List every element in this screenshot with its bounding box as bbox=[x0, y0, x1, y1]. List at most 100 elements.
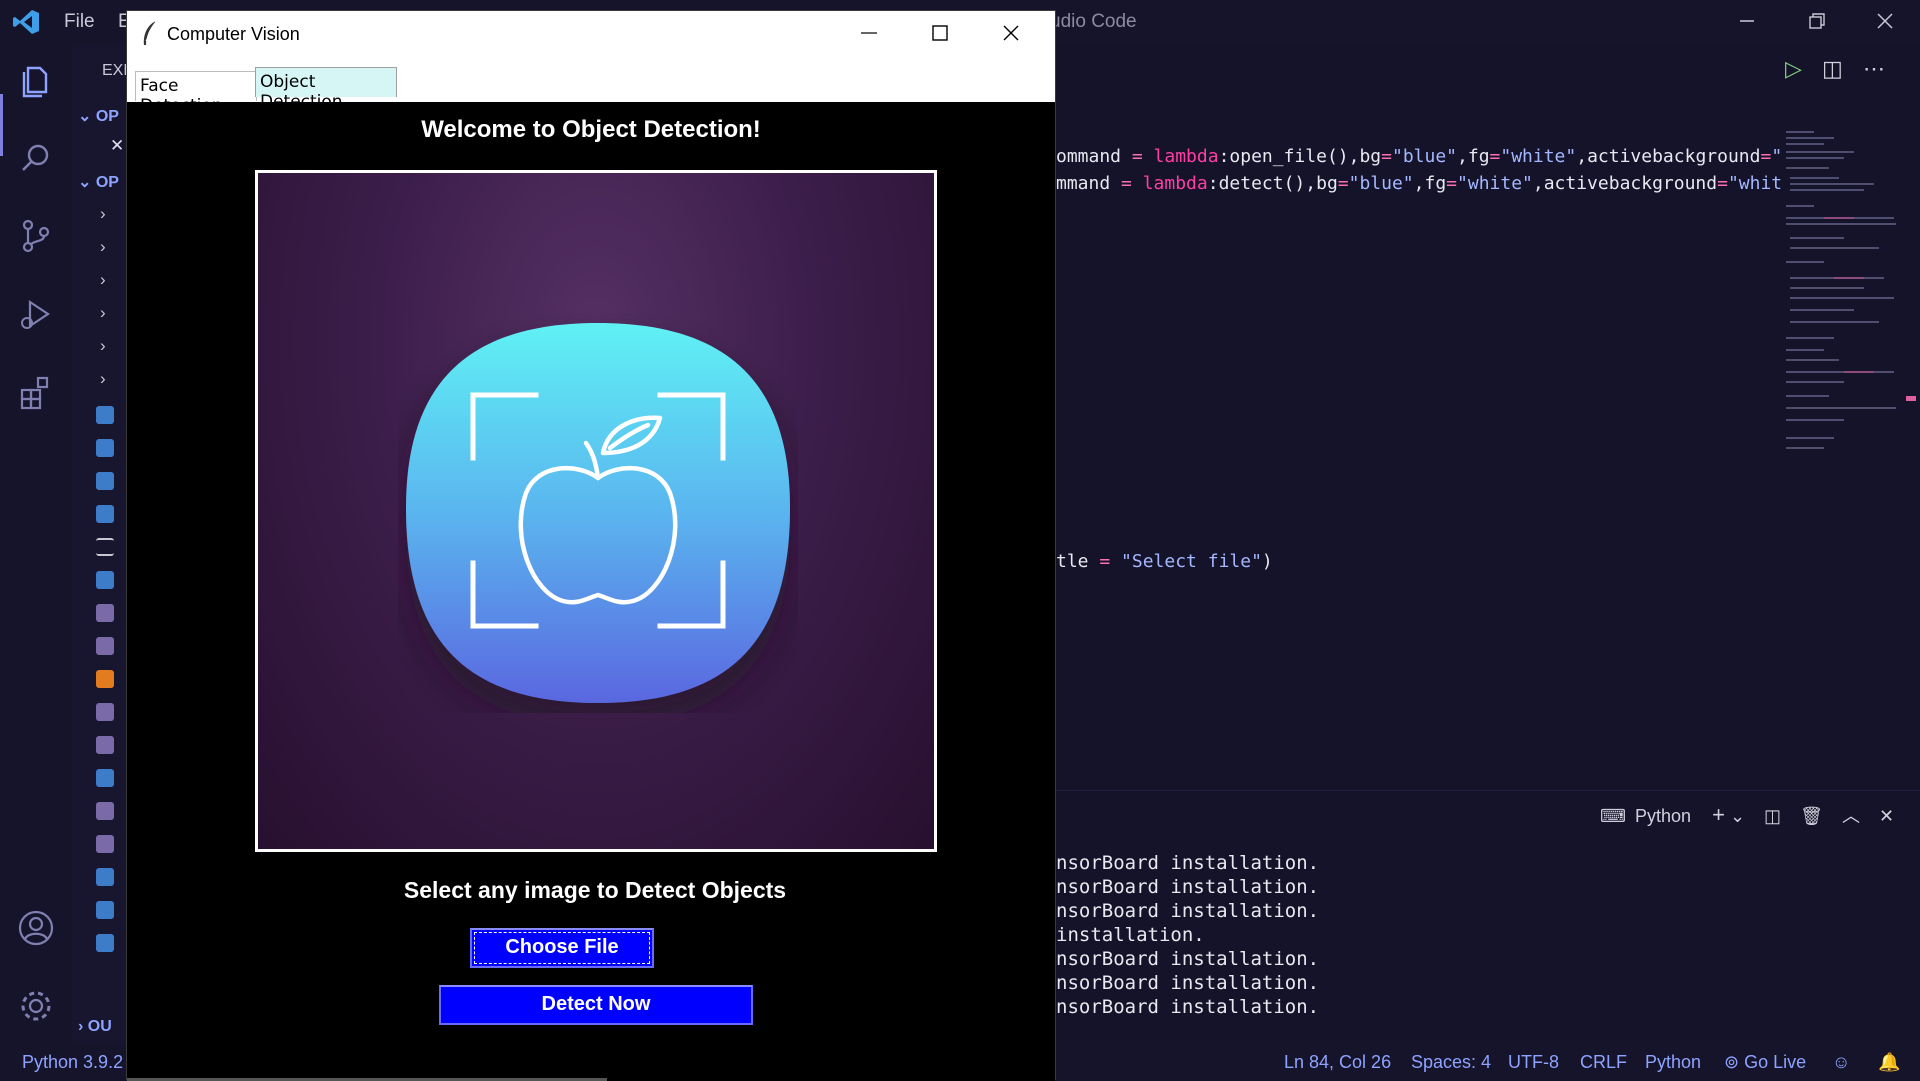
vscode-logo-icon bbox=[13, 10, 39, 34]
trash-icon[interactable]: 🗑 bbox=[1800, 806, 1823, 826]
computer-vision-window: Computer Vision Face Detection Object De… bbox=[126, 10, 1056, 1081]
code-line[interactable]: ommand = lambda:open_file(),bg="blue",fg… bbox=[1056, 146, 1782, 167]
vscode-close-button[interactable] bbox=[1862, 6, 1908, 38]
split-terminal-icon[interactable]: ◫ bbox=[1764, 806, 1781, 826]
maximize-button[interactable] bbox=[906, 11, 976, 57]
terminal-line: nsorBoard installation. bbox=[1056, 852, 1320, 874]
choose-file-button[interactable]: Choose File bbox=[470, 928, 654, 968]
minimize-icon bbox=[1740, 20, 1754, 22]
activity-bar bbox=[0, 44, 72, 1044]
extensions-icon bbox=[20, 376, 49, 410]
more-actions-icon[interactable]: ⋯ bbox=[1863, 56, 1885, 81]
detect-now-button[interactable]: Detect Now bbox=[439, 985, 753, 1025]
vscode-restore-button[interactable] bbox=[1794, 6, 1840, 38]
python-file-icon[interactable] bbox=[96, 472, 114, 490]
python-file-icon[interactable] bbox=[96, 505, 114, 523]
encoding-status[interactable]: UTF-8 bbox=[1508, 1052, 1559, 1073]
feedback-icon[interactable]: ☺ bbox=[1832, 1052, 1850, 1073]
outline-label: OU bbox=[87, 1018, 112, 1035]
search-activity-button[interactable] bbox=[14, 136, 58, 180]
image-file-icon[interactable] bbox=[96, 736, 114, 754]
folder-section[interactable]: ⌄ OP bbox=[78, 172, 119, 196]
close-button[interactable] bbox=[977, 11, 1047, 57]
notifications-bell-icon[interactable]: 🔔 bbox=[1878, 1052, 1900, 1073]
window-title: Computer Vision bbox=[167, 24, 300, 44]
new-terminal-icon[interactable]: + bbox=[1712, 802, 1725, 827]
language-mode-status[interactable]: Python bbox=[1645, 1052, 1701, 1073]
image-file-icon[interactable] bbox=[96, 802, 114, 820]
terminal-icon[interactable]: ⌨ bbox=[1600, 806, 1626, 826]
explorer-sidebar: EXP ⌄ OP ✕ ⌄ OP › › › › › › › OU bbox=[72, 44, 134, 1044]
terminal-line: nsorBoard installation. bbox=[1056, 900, 1320, 922]
terminal-line: nsorBoard installation. bbox=[1056, 972, 1320, 994]
close-panel-icon[interactable]: ✕ bbox=[1879, 806, 1894, 826]
python-file-icon[interactable] bbox=[96, 868, 114, 886]
eol-status[interactable]: CRLF bbox=[1580, 1052, 1627, 1073]
go-live-label: Go Live bbox=[1744, 1052, 1807, 1072]
python-file-icon[interactable] bbox=[96, 571, 114, 589]
terminal-line: nsorBoard installation. bbox=[1056, 948, 1320, 970]
go-live-status[interactable]: ⊚ Go Live bbox=[1724, 1052, 1806, 1073]
rss-file-icon[interactable] bbox=[96, 670, 114, 688]
image-file-icon[interactable] bbox=[96, 604, 114, 622]
run-icon[interactable]: ▷ bbox=[1785, 56, 1802, 81]
terminal-line: installation. bbox=[1056, 924, 1205, 946]
image-file-icon[interactable] bbox=[96, 637, 114, 655]
menu-file[interactable]: File bbox=[64, 11, 95, 33]
close-editor-icon[interactable]: ✕ bbox=[110, 136, 124, 160]
open-editors-label: OP bbox=[95, 108, 119, 125]
folder-chevron-icon[interactable]: › bbox=[100, 204, 106, 228]
folder-chevron-icon[interactable]: › bbox=[100, 237, 106, 261]
tab-object-detection[interactable]: Object Detection bbox=[255, 67, 397, 112]
explorer-activity-button[interactable] bbox=[14, 58, 58, 102]
folder-chevron-icon[interactable]: › bbox=[100, 303, 106, 327]
window-titlebar[interactable]: Computer Vision bbox=[127, 11, 1055, 57]
folder-chevron-icon[interactable]: › bbox=[100, 336, 106, 360]
python-file-icon[interactable] bbox=[96, 934, 114, 952]
open-editors-section[interactable]: ⌄ OP bbox=[78, 106, 119, 130]
extensions-activity-button[interactable] bbox=[14, 370, 58, 414]
python-file-icon[interactable] bbox=[96, 439, 114, 457]
close-icon bbox=[1003, 25, 1019, 41]
tab-face-detection[interactable]: Face Detection bbox=[135, 71, 257, 116]
minimap[interactable] bbox=[1784, 128, 1902, 488]
run-debug-activity-button[interactable] bbox=[14, 292, 58, 336]
code-line[interactable]: tle = "Select file") bbox=[1056, 551, 1273, 572]
python-file-icon[interactable] bbox=[96, 901, 114, 919]
manage-activity-button[interactable] bbox=[14, 984, 58, 1028]
python-file-icon[interactable] bbox=[96, 406, 114, 424]
vscode-window-title: udio Code bbox=[1050, 11, 1137, 32]
maximize-panel-icon[interactable]: ︿ bbox=[1842, 806, 1860, 826]
page-title: Welcome to Object Detection! bbox=[421, 116, 761, 143]
select-image-label: Select any image to Detect Objects bbox=[403, 877, 787, 903]
image-file-icon[interactable] bbox=[96, 835, 114, 853]
terminal-toolbar: ⌨ Python + ⌄ ◫ 🗑 ︿ ✕ bbox=[1600, 802, 1894, 828]
python-file-icon[interactable] bbox=[96, 769, 114, 787]
minimize-icon bbox=[861, 32, 877, 34]
code-line[interactable]: mmand = lambda:detect(),bg="blue",fg="wh… bbox=[1056, 173, 1782, 194]
source-control-icon bbox=[22, 219, 50, 253]
image-file-icon[interactable] bbox=[96, 703, 114, 721]
source-control-activity-button[interactable] bbox=[14, 214, 58, 258]
scrollbar-marker bbox=[1906, 396, 1916, 401]
text-file-icon[interactable] bbox=[96, 538, 114, 556]
folder-chevron-icon[interactable]: › bbox=[100, 369, 106, 393]
notebook-tabs: Face Detection Object Detection bbox=[127, 57, 1055, 116]
broadcast-icon: ⊚ bbox=[1724, 1052, 1740, 1072]
maximize-icon bbox=[932, 25, 948, 41]
minimize-button[interactable] bbox=[835, 11, 905, 57]
chevron-down-icon[interactable]: ⌄ bbox=[1730, 806, 1745, 826]
cursor-position-status[interactable]: Ln 84, Col 26 bbox=[1284, 1052, 1391, 1073]
accounts-activity-button[interactable] bbox=[14, 906, 58, 950]
terminal-profile[interactable]: Python bbox=[1635, 806, 1691, 826]
account-icon bbox=[18, 910, 54, 946]
vscode-minimize-button[interactable] bbox=[1724, 6, 1770, 38]
indentation-status[interactable]: Spaces: 4 bbox=[1411, 1052, 1491, 1073]
outline-section[interactable]: › OU bbox=[78, 1018, 112, 1042]
folder-chevron-icon[interactable]: › bbox=[100, 270, 106, 294]
restore-icon bbox=[1809, 13, 1825, 29]
search-icon bbox=[22, 144, 49, 171]
python-interpreter-status[interactable]: Python 3.9.2 bbox=[22, 1052, 123, 1073]
split-editor-icon[interactable]: ◫ bbox=[1822, 56, 1843, 81]
apple-in-viewfinder-icon bbox=[406, 323, 790, 703]
